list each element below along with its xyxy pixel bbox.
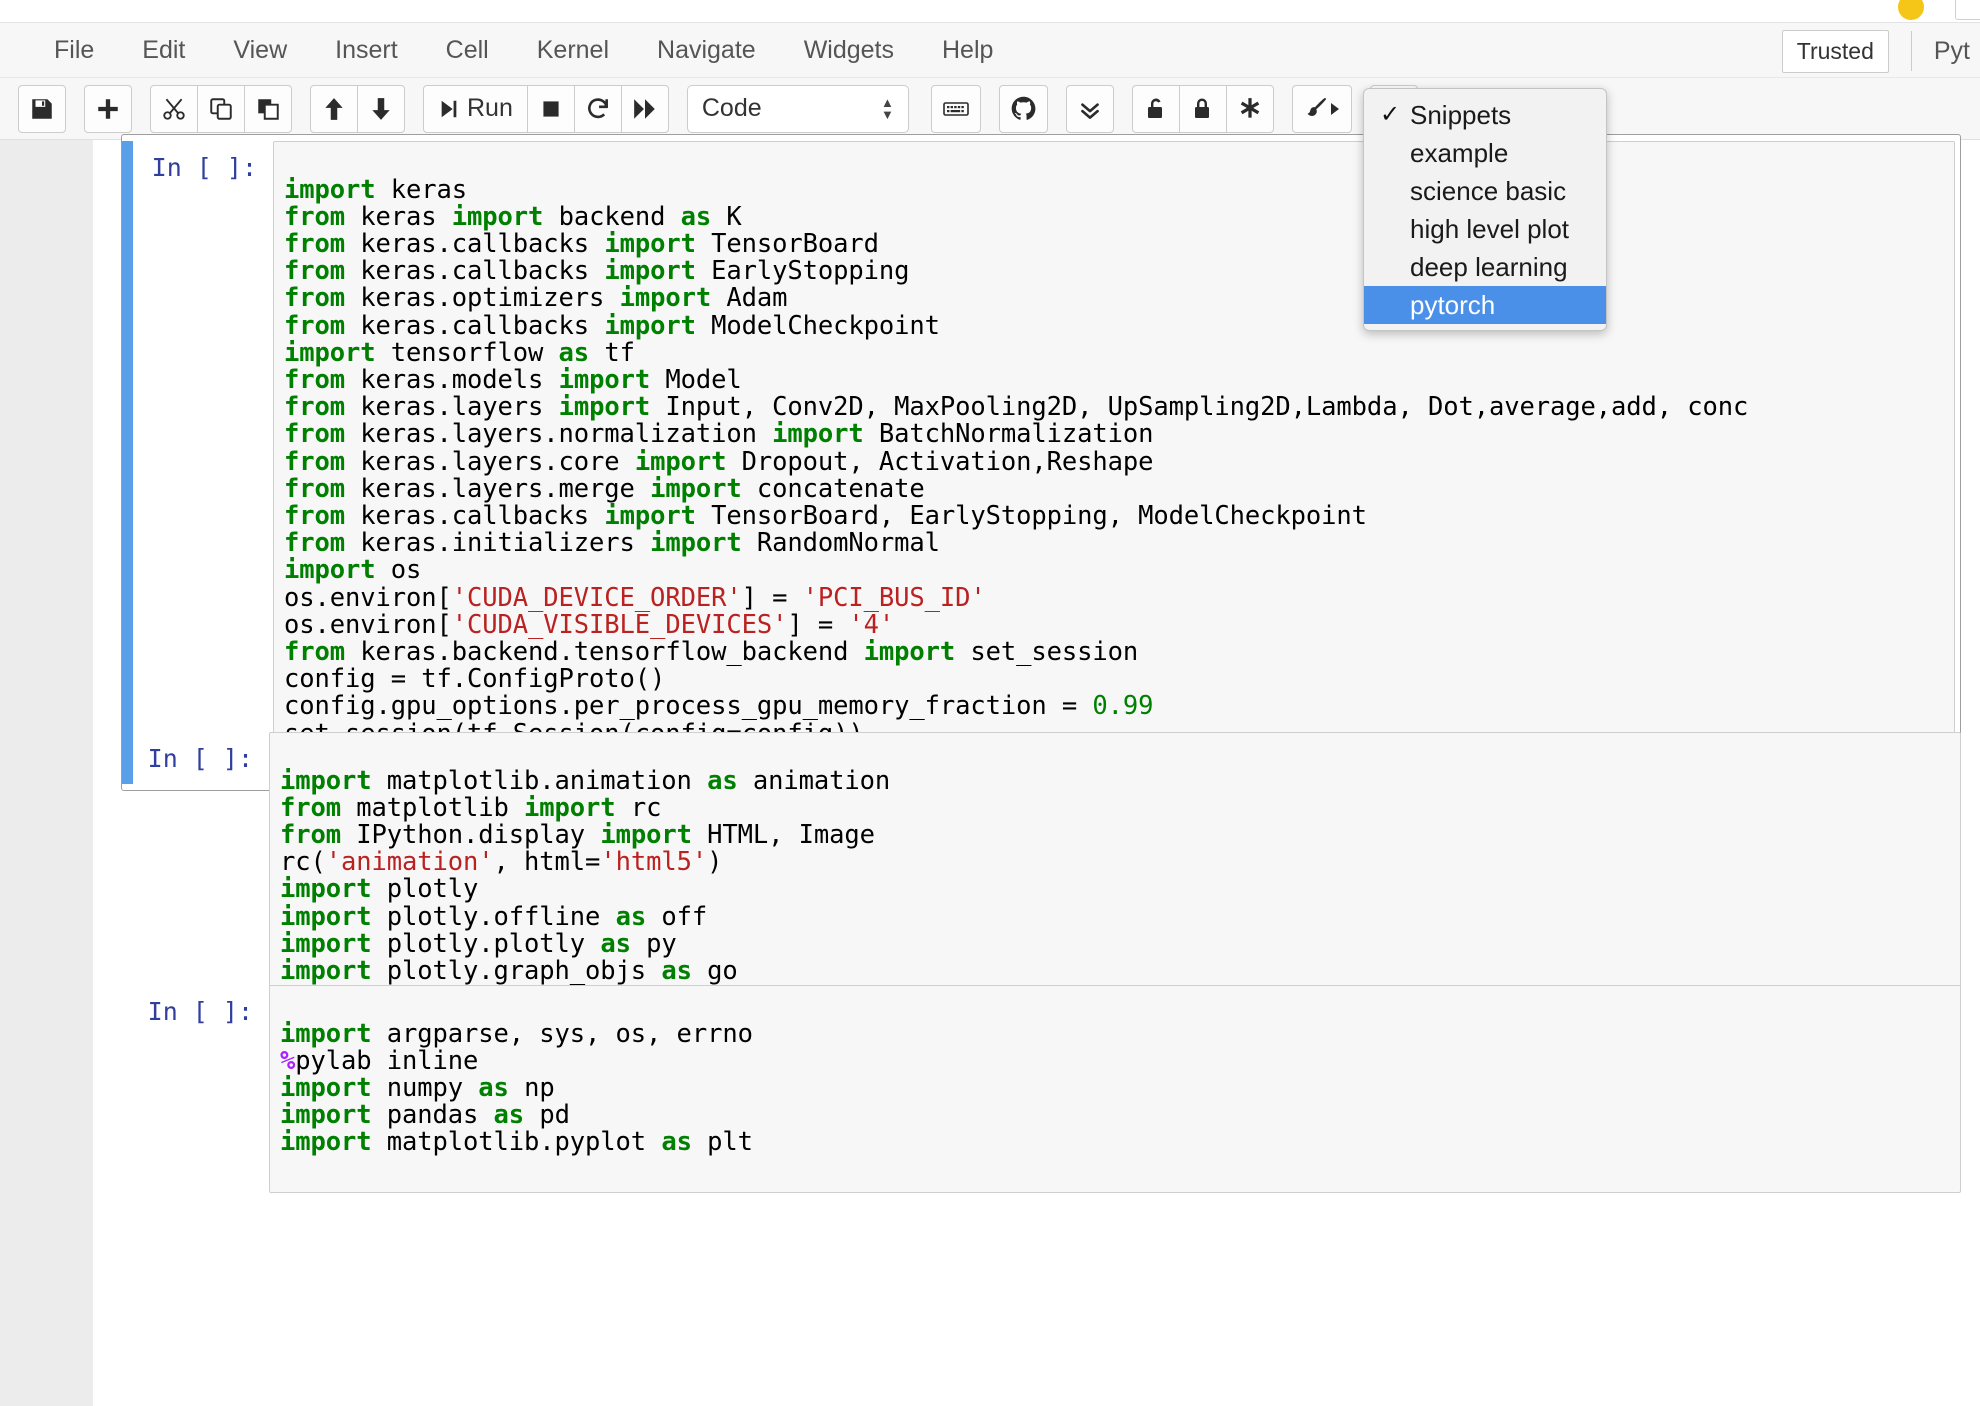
menu-item-widgets[interactable]: Widgets xyxy=(780,22,918,78)
code-cell-2[interactable]: In [ ]: import matplotlib.animation as a… xyxy=(121,732,1961,1022)
paste-cell-button[interactable] xyxy=(244,85,292,133)
toolbar-group-palette xyxy=(931,85,981,133)
menu-item-edit[interactable]: Edit xyxy=(118,22,209,78)
toolbar: Run Code ▲▼ xyxy=(0,78,1980,140)
cell-selection-bar xyxy=(122,141,133,784)
menu-item-kernel[interactable]: Kernel xyxy=(513,22,633,78)
code-source-2[interactable]: import matplotlib.animation as animation… xyxy=(280,768,1960,986)
github-icon-button[interactable] xyxy=(999,85,1048,133)
browser-control-box[interactable] xyxy=(1955,0,1980,20)
toolbar-group-run: Run xyxy=(423,85,669,133)
trusted-badge[interactable]: Trusted xyxy=(1782,30,1889,73)
snippets-menu-item-science-basic[interactable]: science basic xyxy=(1364,172,1606,210)
chevrons-down-icon-button[interactable] xyxy=(1066,85,1114,133)
restart-kernel-button[interactable] xyxy=(574,85,622,133)
interrupt-kernel-button[interactable] xyxy=(527,85,575,133)
toolbar-group-style xyxy=(1292,85,1352,133)
browser-chrome-strip xyxy=(0,0,1980,22)
move-cell-up-button[interactable] xyxy=(310,85,358,133)
menu-item-view[interactable]: View xyxy=(209,22,311,78)
menubar-divider xyxy=(1911,31,1912,71)
toolbar-group-freeze xyxy=(1132,85,1274,133)
notebook-container: In [ ]: import keras from keras import b… xyxy=(93,140,1980,1406)
toolbar-group-collapse xyxy=(1066,85,1114,133)
snippets-menu-item-pytorch[interactable]: pytorch xyxy=(1364,286,1606,324)
cell-prompt-1: In [ ]: xyxy=(133,141,273,784)
kernel-busy-circle-icon xyxy=(1898,0,1924,20)
code-cell-3[interactable]: In [ ]: import argparse, sys, os, errno … xyxy=(121,985,1961,1193)
unlock-icon-button[interactable] xyxy=(1132,85,1180,133)
notebook-area: In [ ]: import keras from keras import b… xyxy=(0,140,1980,1406)
chevron-updown-icon: ▲▼ xyxy=(881,98,894,119)
toolbar-group-github xyxy=(999,85,1048,133)
move-cell-down-button[interactable] xyxy=(357,85,405,133)
cell-input-area-2[interactable]: import matplotlib.animation as animation… xyxy=(269,732,1961,1022)
run-cell-button[interactable]: Run xyxy=(423,85,528,133)
kernel-name-label[interactable]: Pyt xyxy=(1934,37,1970,66)
snippets-dropdown-menu[interactable]: Snippets example science basic high leve… xyxy=(1363,88,1607,331)
cut-cell-button[interactable] xyxy=(150,85,198,133)
lock-icon-button[interactable] xyxy=(1179,85,1227,133)
snippets-menu-item-example[interactable]: example xyxy=(1364,134,1606,172)
cell-prompt-2: In [ ]: xyxy=(121,732,269,1022)
cell-prompt-3: In [ ]: xyxy=(121,985,269,1193)
menubar-items: File Edit View Insert Cell Kernel Naviga… xyxy=(0,22,1017,78)
menu-item-file[interactable]: File xyxy=(30,22,118,78)
toolbar-group-insert xyxy=(84,85,132,133)
run-button-label: Run xyxy=(467,94,513,123)
menu-item-help[interactable]: Help xyxy=(918,22,1017,78)
cell-type-select[interactable]: Code ▲▼ xyxy=(687,85,909,133)
snippets-asterisk-button[interactable] xyxy=(1226,85,1274,133)
cell-input-area-1[interactable]: import keras from keras import backend a… xyxy=(273,141,1955,784)
cell-type-value: Code xyxy=(702,94,762,123)
code-source-3[interactable]: import argparse, sys, os, errno %pylab i… xyxy=(280,1021,1960,1157)
save-button[interactable] xyxy=(18,85,66,133)
restart-run-all-button[interactable] xyxy=(621,85,669,133)
toolbar-group-move xyxy=(310,85,405,133)
paintbrush-play-button[interactable] xyxy=(1292,85,1352,133)
code-source-1[interactable]: import keras from keras import backend a… xyxy=(284,177,1954,748)
left-gutter xyxy=(0,140,93,1406)
menubar: File Edit View Insert Cell Kernel Naviga… xyxy=(0,22,1980,78)
menu-item-insert[interactable]: Insert xyxy=(311,22,422,78)
snippets-menu-item-snippets[interactable]: Snippets xyxy=(1364,96,1606,134)
cell-input-area-3[interactable]: import argparse, sys, os, errno %pylab i… xyxy=(269,985,1961,1193)
command-palette-button[interactable] xyxy=(931,85,981,133)
menu-item-navigate[interactable]: Navigate xyxy=(633,22,780,78)
snippets-menu-item-high-level-plot[interactable]: high level plot xyxy=(1364,210,1606,248)
menu-item-cell[interactable]: Cell xyxy=(422,22,513,78)
menubar-right: Trusted Pyt xyxy=(1782,23,1980,79)
snippets-menu-item-deep-learning[interactable]: deep learning xyxy=(1364,248,1606,286)
toolbar-group-clipboard xyxy=(150,85,292,133)
code-cell-1[interactable]: In [ ]: import keras from keras import b… xyxy=(121,134,1961,791)
toolbar-group-save xyxy=(18,85,66,133)
insert-cell-below-button[interactable] xyxy=(84,85,132,133)
copy-cell-button[interactable] xyxy=(197,85,245,133)
